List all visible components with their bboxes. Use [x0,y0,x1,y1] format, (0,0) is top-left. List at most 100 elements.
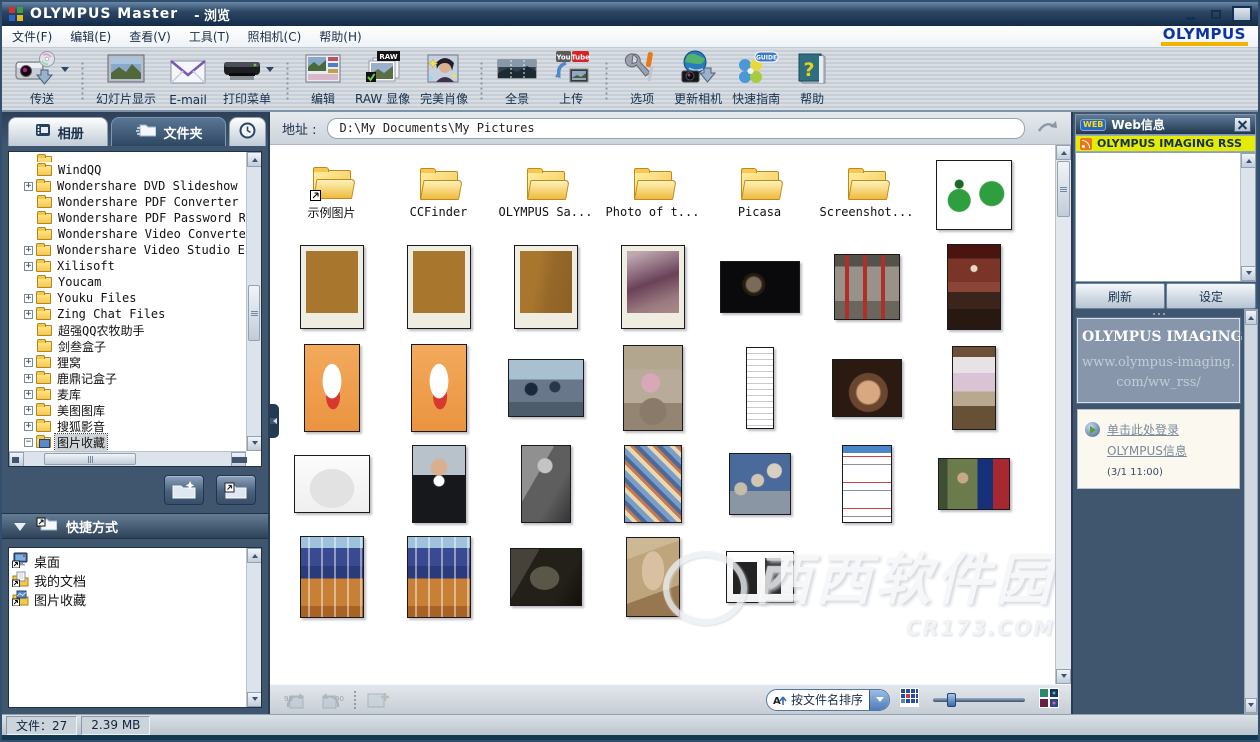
address-input[interactable] [327,118,1025,139]
menu-item-0[interactable]: 文件(F) [12,30,52,44]
tree-item-Wondershare PDF Password Rem[interactable]: Wondershare PDF Password Rem [10,210,245,226]
scroll-right-button[interactable] [231,452,246,467]
scroll-down-button[interactable] [247,692,262,707]
tab-calendar[interactable] [229,117,266,146]
toolbar-button-panorama[interactable]: 全景 [495,52,539,107]
photo-thumbnail-dark-sneaker[interactable] [510,548,582,606]
photo-thumbnail-basketball-dunk[interactable] [947,244,1001,330]
toolbar-button-email[interactable]: E-mail [166,55,210,107]
expand-icon[interactable]: + [24,358,33,367]
shortcuts-header[interactable]: 快捷方式 [2,513,268,539]
refresh-icon[interactable] [1035,117,1059,139]
photo-thumbnail-girl-standing[interactable] [952,346,996,430]
title-bar[interactable]: OLYMPUS Master - 浏览 [2,2,1258,26]
menu-item-1[interactable]: 编辑(E) [70,30,111,44]
rss-list-scrollbar[interactable] [1240,153,1255,281]
photo-thumbnail-dark-portrait[interactable] [720,261,800,313]
scroll-down-button[interactable] [1056,669,1071,684]
tree-item-美图图库[interactable]: +美图图库 [10,402,245,418]
shortcuts-scrollbar[interactable] [246,548,261,707]
rss-entry-link[interactable]: 单击此处登录OLYMPUS信息 [1107,423,1187,458]
expand-icon[interactable]: + [24,182,33,191]
toolbar-button-camera-transfer[interactable]: 传送 [15,50,69,107]
tree-item-Xilisoft[interactable]: +Xilisoft [10,258,245,274]
scroll-down-button[interactable] [247,436,262,451]
scroll-up-button[interactable] [247,152,262,167]
menu-item-3[interactable]: 工具(T) [189,30,230,44]
close-web-panel-button[interactable] [1234,117,1251,132]
toolbar-button-perfect-portrait[interactable]: 完美肖像 [420,52,468,107]
rotate-right-button[interactable]: 90 [318,689,344,711]
tree-item-Wondershare Video Studio Exp[interactable]: +Wondershare Video Studio Exp [10,242,245,258]
photo-thumbnail-polaroid-faint[interactable] [514,245,578,329]
photo-thumbnail-medieval-art[interactable] [624,445,682,523]
tree-item-鹿鼎记盒子[interactable]: +鹿鼎记盒子 [10,370,245,386]
thumbnail-size-slider[interactable] [933,698,1025,702]
tree-item-麦库[interactable]: +麦库 [10,386,245,402]
scroll-thumb[interactable] [248,285,260,341]
photo-thumbnail-sneaker-art[interactable] [304,344,360,432]
slider-knob[interactable] [947,693,956,707]
shortcut-item-图片收藏[interactable]: 图片收藏 [12,590,258,609]
photo-thumbnail-phones[interactable] [726,551,794,603]
tree-item-图片收藏[interactable]: −图片收藏 [10,434,245,450]
minimize-button[interactable] [1180,6,1200,22]
menu-item-4[interactable]: 照相机(C) [248,30,302,44]
photo-thumbnail-girl-face[interactable] [832,359,902,417]
tree-item-Zing Chat Files[interactable]: +Zing Chat Files [10,306,245,322]
tree-horizontal-scrollbar[interactable] [9,451,246,466]
toolbar-button-slideshow[interactable]: 幻灯片显示 [96,52,156,107]
sort-dropdown[interactable]: A 按文件名排序 [766,689,890,711]
grid-folder-示例图片[interactable]: 示例图片 [278,153,385,237]
tab-folders[interactable]: 文件夹 [111,117,225,146]
maximize-button[interactable] [1206,6,1226,22]
photo-thumbnail-polaroid-blank[interactable] [407,245,471,329]
toolbar-button-printer[interactable]: 打印菜单 [220,52,274,107]
chevron-down-icon[interactable] [869,689,889,711]
tree-item-Wondershare PDF Converter[interactable]: Wondershare PDF Converter [10,194,245,210]
menu-item-2[interactable]: 查看(V) [129,30,171,44]
scroll-up-button[interactable] [1056,145,1071,160]
panel-grip[interactable] [1075,309,1242,318]
tree-item-搜狐影音[interactable]: +搜狐影音 [10,418,245,434]
tree-item-狸窝[interactable]: +狸窝 [10,354,245,370]
photo-thumbnail-webpage[interactable] [842,445,892,523]
toolbar-button-help[interactable]: ?帮助 [790,50,834,107]
rotate-left-button[interactable]: 90 [282,689,308,711]
expand-icon[interactable]: + [24,374,33,383]
photo-thumbnail-white-sneaker[interactable] [294,455,370,513]
scroll-up-button[interactable] [1245,310,1257,325]
grid-folder-OLYMPUS Sa...[interactable]: OLYMPUS Sa... [492,153,599,237]
scroll-left-button[interactable] [9,452,24,467]
panel-splitter-handle[interactable] [270,404,279,438]
scroll-thumb[interactable] [1057,161,1070,217]
shortcut-item-桌面[interactable]: 桌面 [12,552,258,571]
menu-item-5[interactable]: 帮助(H) [319,30,361,44]
expand-icon[interactable]: + [24,422,33,431]
photo-thumbnail-bball-team[interactable] [407,536,471,618]
photo-thumbnail-bball-team[interactable] [300,536,364,618]
tab-album[interactable]: 相册 [8,117,108,146]
scroll-down-button[interactable] [1245,698,1257,713]
toolbar-button-raw-develop[interactable]: RAWRAW 显像 [355,50,410,107]
small-thumbnails-icon[interactable] [900,688,919,711]
photo-thumbnail-tv-news[interactable] [938,458,1010,510]
shortcut-item-我的文档[interactable]: 我的文档 [12,571,258,590]
tree-item-剑叁盒子[interactable]: 剑叁盒子 [10,338,245,354]
grid-folder-Picasa[interactable]: Picasa [706,153,813,237]
add-to-album-button[interactable] [366,690,390,710]
toolbar-button-youtube-upload[interactable]: YouTube上传 [549,50,593,107]
tree-item-超强QQ农牧助手[interactable]: 超强QQ农牧助手 [10,322,245,338]
toolbar-button-options[interactable]: 选项 [620,50,664,107]
toolbar-button-quick-guide[interactable]: GUIDE快速指南 [732,50,780,107]
expand-icon[interactable]: + [24,310,33,319]
photo-thumbnail-foot[interactable] [626,537,680,617]
grid-folder-Photo of t...[interactable]: Photo of t... [599,153,706,237]
tree-item-Youcam[interactable]: Youcam [10,274,245,290]
tree-item[interactable] [10,152,245,162]
chevron-down-icon[interactable] [61,67,69,76]
settings-button[interactable]: 设定 [1166,283,1256,309]
photo-thumbnail-cartoon-green[interactable] [936,160,1012,230]
grid-folder-CCFinder[interactable]: CCFinder [385,153,492,237]
tree-item-Youku Files[interactable]: +Youku Files [10,290,245,306]
